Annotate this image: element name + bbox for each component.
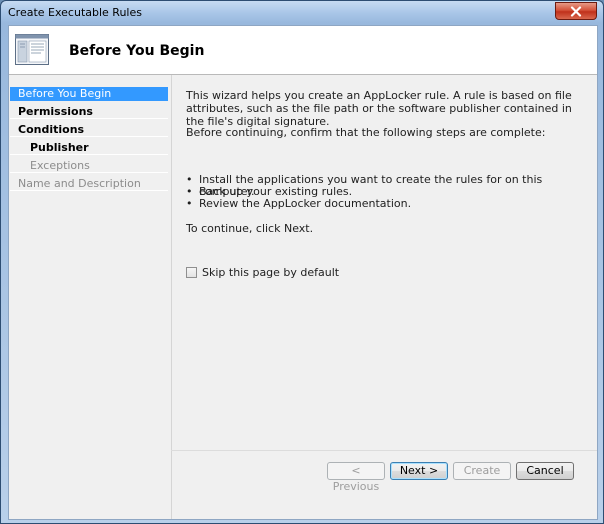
footer-divider bbox=[171, 450, 597, 451]
dialog-window: Create Executable Rules Before You Begin bbox=[0, 0, 604, 524]
title-bar[interactable]: Create Executable Rules bbox=[1, 1, 603, 25]
sidebar-item-publisher[interactable]: Publisher bbox=[10, 141, 168, 155]
list-item: Review the AppLocker documentation. bbox=[186, 198, 597, 211]
sidebar-item-name-and-description: Name and Description bbox=[10, 177, 168, 191]
sidebar-item-exceptions: Exceptions bbox=[10, 159, 168, 173]
skip-page-checkbox[interactable] bbox=[186, 267, 197, 278]
next-button[interactable]: Next > bbox=[390, 462, 448, 480]
skip-page-option[interactable]: Skip this page by default bbox=[186, 266, 339, 279]
sidebar-item-permissions[interactable]: Permissions bbox=[10, 105, 168, 119]
prerequisite-list: Install the applications you want to cre… bbox=[186, 174, 597, 211]
window-title: Create Executable Rules bbox=[8, 6, 142, 19]
skip-page-label[interactable]: Skip this page by default bbox=[202, 266, 339, 279]
cancel-button[interactable]: Cancel bbox=[516, 462, 574, 480]
continue-text: To continue, click Next. bbox=[186, 222, 314, 235]
wizard-client-area: Before You Begin Before You Begin Permis… bbox=[8, 25, 598, 520]
confirm-text: Before continuing, confirm that the foll… bbox=[186, 126, 546, 139]
close-icon bbox=[570, 5, 582, 17]
page-title: Before You Begin bbox=[69, 43, 205, 59]
wizard-header: Before You Begin bbox=[9, 26, 597, 75]
close-button[interactable] bbox=[555, 2, 597, 20]
sidebar-item-before-you-begin[interactable]: Before You Begin bbox=[10, 87, 168, 101]
intro-text: This wizard helps you create an AppLocke… bbox=[186, 89, 572, 128]
previous-button[interactable]: < Previous bbox=[327, 462, 385, 493]
wizard-content: This wizard helps you create an AppLocke… bbox=[171, 75, 597, 519]
create-button[interactable]: Create bbox=[453, 462, 511, 480]
wizard-page-icon bbox=[15, 34, 49, 65]
sidebar-item-conditions[interactable]: Conditions bbox=[10, 123, 168, 137]
wizard-steps-sidebar: Before You Begin Permissions Conditions … bbox=[9, 75, 171, 519]
